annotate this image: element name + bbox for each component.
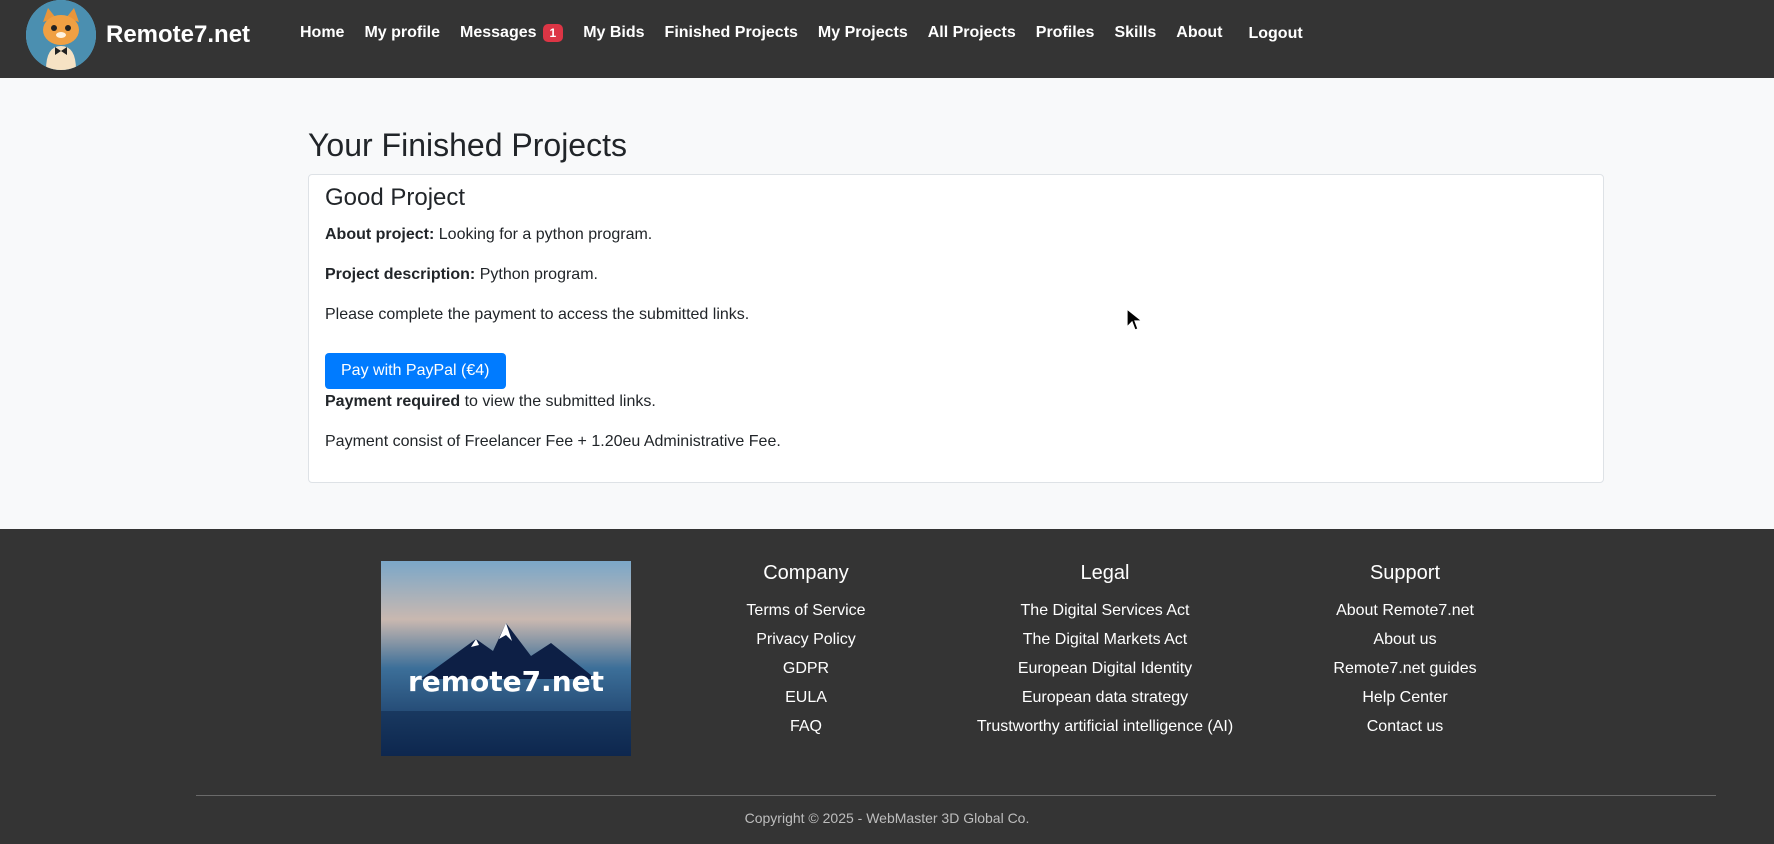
nav-home[interactable]: Home	[300, 24, 344, 42]
project-title: Good Project	[325, 184, 466, 211]
messages-badge: 1	[542, 24, 564, 42]
main-nav: Home My profile Messages 1 My Bids Finis…	[290, 0, 1313, 66]
footer-link-guides[interactable]: Remote7.net guides	[1305, 654, 1505, 683]
top-navbar: Remote7.net Home My profile Messages 1 M…	[0, 0, 1774, 78]
footer-link-terms[interactable]: Terms of Service	[706, 596, 906, 625]
footer-company-column: Company Terms of Service Privacy Policy …	[706, 561, 906, 741]
nav-all-projects[interactable]: All Projects	[928, 24, 1016, 42]
footer-link-privacy[interactable]: Privacy Policy	[706, 625, 906, 654]
nav-messages[interactable]: Messages 1	[460, 24, 564, 42]
nav-about[interactable]: About	[1176, 24, 1222, 42]
footer-link-trustworthy-ai[interactable]: Trustworthy artificial intelligence (AI)	[955, 712, 1255, 741]
footer-link-data-strategy[interactable]: European data strategy	[955, 683, 1255, 712]
payment-required-text: to view the submitted links.	[460, 393, 656, 410]
nav-my-profile[interactable]: My profile	[364, 24, 440, 42]
payment-required-note: Payment required to view the submitted l…	[325, 390, 1587, 414]
nav-my-bids[interactable]: My Bids	[583, 24, 644, 42]
footer-link-about-us[interactable]: About us	[1305, 625, 1505, 654]
project-card: Good Project About project: Looking for …	[308, 174, 1604, 483]
footer-support-title: Support	[1369, 562, 1441, 584]
footer-logo-wordmark: remote7.net	[407, 665, 604, 698]
mouse-cursor-icon	[1126, 307, 1144, 337]
footer: remote7.net Company Terms of Service Pri…	[0, 529, 1774, 844]
about-project-value: Looking for a python program.	[434, 226, 653, 243]
footer-legal-title: Legal	[1080, 562, 1130, 584]
nav-my-projects[interactable]: My Projects	[818, 24, 908, 42]
nav-profiles[interactable]: Profiles	[1036, 24, 1095, 42]
main-content: Your Finished Projects Good Project Abou…	[308, 126, 1604, 483]
about-project: About project: Looking for a python prog…	[325, 223, 1587, 247]
project-description-label: Project description:	[325, 266, 476, 283]
footer-legal-column: Legal The Digital Services Act The Digit…	[955, 561, 1255, 741]
footer-link-digital-identity[interactable]: European Digital Identity	[955, 654, 1255, 683]
footer-link-gdpr[interactable]: GDPR	[706, 654, 906, 683]
project-description: Project description: Python program.	[325, 263, 1587, 287]
fee-note: Payment consist of Freelancer Fee + 1.20…	[325, 433, 781, 450]
pay-with-paypal-button[interactable]: Pay with PayPal (€4)	[325, 353, 506, 389]
footer-link-dsa[interactable]: The Digital Services Act	[955, 596, 1255, 625]
footer-support-column: Support About Remote7.net About us Remot…	[1305, 561, 1505, 741]
footer-link-about-remote7[interactable]: About Remote7.net	[1305, 596, 1505, 625]
nav-messages-label: Messages	[460, 24, 537, 41]
cat-mascot-logo-icon	[26, 0, 96, 70]
footer-link-contact-us[interactable]: Contact us	[1305, 712, 1505, 741]
nav-finished-projects[interactable]: Finished Projects	[665, 24, 798, 42]
logout-button[interactable]: Logout	[1248, 23, 1302, 43]
payment-notice: Please complete the payment to access th…	[325, 306, 750, 323]
nav-skills[interactable]: Skills	[1114, 24, 1156, 42]
project-description-value: Python program.	[475, 266, 598, 283]
footer-link-dma[interactable]: The Digital Markets Act	[955, 625, 1255, 654]
brand-name[interactable]: Remote7.net	[106, 21, 250, 49]
payment-required-label: Payment required	[325, 393, 461, 410]
footer-link-eula[interactable]: EULA	[706, 683, 906, 712]
brand[interactable]: Remote7.net	[26, 0, 250, 70]
footer-divider	[196, 795, 1716, 796]
footer-company-title: Company	[763, 562, 849, 584]
about-project-label: About project:	[325, 226, 435, 243]
copyright: Copyright © 2025 - WebMaster 3D Global C…	[744, 810, 1030, 826]
page-title: Your Finished Projects	[308, 127, 627, 163]
footer-logo-image: remote7.net	[381, 561, 631, 756]
footer-link-faq[interactable]: FAQ	[706, 712, 906, 741]
footer-link-help-center[interactable]: Help Center	[1305, 683, 1505, 712]
